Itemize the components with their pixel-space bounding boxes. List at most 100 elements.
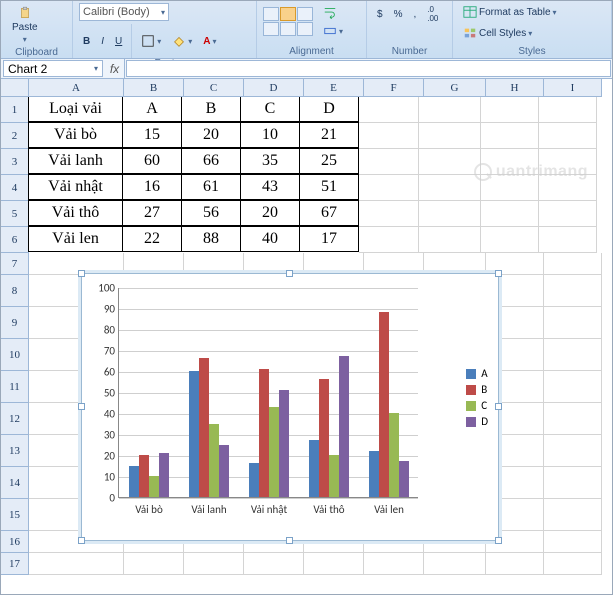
cell[interactable] xyxy=(424,253,486,275)
cell[interactable] xyxy=(364,553,424,575)
font-name-select[interactable]: Calibri (Body)▾ xyxy=(79,3,169,21)
row-header[interactable]: 3 xyxy=(1,149,29,175)
underline-button[interactable]: U xyxy=(111,24,126,58)
cell[interactable]: 88 xyxy=(181,226,241,252)
cell[interactable] xyxy=(544,339,602,371)
cell[interactable]: 56 xyxy=(181,200,241,226)
cell[interactable] xyxy=(481,201,539,227)
cell[interactable] xyxy=(544,553,602,575)
cell[interactable]: Vải len xyxy=(28,226,123,252)
cell[interactable]: 20 xyxy=(240,200,300,226)
row-header[interactable]: 10 xyxy=(1,339,29,371)
row-header[interactable]: 2 xyxy=(1,123,29,149)
row-header[interactable]: 8 xyxy=(1,275,29,307)
percent-button[interactable]: % xyxy=(390,5,407,23)
cell[interactable] xyxy=(419,201,481,227)
cell[interactable] xyxy=(481,149,539,175)
italic-button[interactable]: I xyxy=(97,24,108,58)
cell[interactable]: Vải lanh xyxy=(28,148,123,174)
name-box[interactable]: Chart 2 ▾ xyxy=(3,60,103,77)
cell[interactable]: 17 xyxy=(299,226,359,252)
cell[interactable] xyxy=(544,499,602,531)
cell[interactable]: 16 xyxy=(122,174,182,200)
alignment-grid[interactable] xyxy=(263,7,313,36)
cell[interactable] xyxy=(544,467,602,499)
cell[interactable]: 35 xyxy=(240,148,300,174)
cell[interactable] xyxy=(539,227,597,253)
cell[interactable] xyxy=(419,175,481,201)
cell[interactable] xyxy=(124,253,184,275)
font-color-button[interactable]: A▾ xyxy=(199,24,220,58)
cell[interactable] xyxy=(244,253,304,275)
cell[interactable]: 66 xyxy=(181,148,241,174)
cell[interactable] xyxy=(481,123,539,149)
select-all-corner[interactable] xyxy=(1,79,29,97)
merge-button[interactable]: ▾ xyxy=(319,22,347,40)
cell[interactable] xyxy=(304,253,364,275)
cell[interactable]: D xyxy=(299,96,359,122)
cell[interactable] xyxy=(481,227,539,253)
cell[interactable] xyxy=(544,371,602,403)
cell[interactable]: 40 xyxy=(240,226,300,252)
cell[interactable]: Loại vải xyxy=(28,96,123,122)
row-header[interactable]: 1 xyxy=(1,97,29,123)
bold-button[interactable]: B xyxy=(79,24,94,58)
cell[interactable]: 21 xyxy=(299,122,359,148)
worksheet[interactable]: A B C D E F G H I 1Loại vảiABCD2Vải bò15… xyxy=(1,79,612,594)
row-header[interactable]: 13 xyxy=(1,435,29,467)
cell[interactable] xyxy=(544,307,602,339)
cell[interactable] xyxy=(359,123,419,149)
fill-color-button[interactable]: ▾ xyxy=(168,24,196,58)
cell[interactable]: C xyxy=(240,96,300,122)
row-header[interactable]: 16 xyxy=(1,531,29,553)
cell[interactable]: 43 xyxy=(240,174,300,200)
cell[interactable] xyxy=(544,435,602,467)
currency-button[interactable]: $ xyxy=(373,5,387,23)
cell[interactable] xyxy=(544,531,602,553)
border-button[interactable]: ▾ xyxy=(137,24,165,58)
cell[interactable] xyxy=(544,275,602,307)
cell[interactable] xyxy=(359,97,419,123)
cell[interactable] xyxy=(29,553,124,575)
row-header[interactable]: 15 xyxy=(1,499,29,531)
paste-button[interactable]: Paste ▾ xyxy=(7,3,43,47)
cell[interactable]: 20 xyxy=(181,122,241,148)
cell[interactable]: 61 xyxy=(181,174,241,200)
cell[interactable] xyxy=(486,553,544,575)
cell[interactable] xyxy=(419,97,481,123)
cell[interactable] xyxy=(419,149,481,175)
cell-styles-button[interactable]: Cell Styles▾ xyxy=(459,24,536,42)
cell[interactable] xyxy=(424,553,486,575)
cell[interactable] xyxy=(304,553,364,575)
cell[interactable] xyxy=(184,253,244,275)
cell[interactable]: Vải bò xyxy=(28,122,123,148)
cell[interactable] xyxy=(539,149,597,175)
cell[interactable] xyxy=(539,175,597,201)
row-header[interactable]: 7 xyxy=(1,253,29,275)
cell[interactable]: B xyxy=(181,96,241,122)
cell[interactable]: 22 xyxy=(122,226,182,252)
col-header[interactable]: G xyxy=(424,79,486,97)
format-as-table-button[interactable]: Format as Table▾ xyxy=(459,3,561,21)
cell[interactable]: 27 xyxy=(122,200,182,226)
cell[interactable]: 25 xyxy=(299,148,359,174)
col-header[interactable]: A xyxy=(29,79,124,97)
cell[interactable]: 10 xyxy=(240,122,300,148)
cell[interactable]: Vải nhật xyxy=(28,174,123,200)
row-header[interactable]: 12 xyxy=(1,403,29,435)
col-header[interactable]: H xyxy=(486,79,544,97)
cell[interactable] xyxy=(359,175,419,201)
cell[interactable]: 67 xyxy=(299,200,359,226)
col-header[interactable]: D xyxy=(244,79,304,97)
cell[interactable] xyxy=(539,97,597,123)
cell[interactable] xyxy=(124,553,184,575)
cell[interactable] xyxy=(539,123,597,149)
cell[interactable] xyxy=(184,553,244,575)
cell[interactable] xyxy=(359,227,419,253)
cell[interactable] xyxy=(29,253,124,275)
row-header[interactable]: 6 xyxy=(1,227,29,253)
cell[interactable]: A xyxy=(122,96,182,122)
cell[interactable] xyxy=(244,553,304,575)
cell[interactable] xyxy=(419,123,481,149)
cell[interactable] xyxy=(364,253,424,275)
